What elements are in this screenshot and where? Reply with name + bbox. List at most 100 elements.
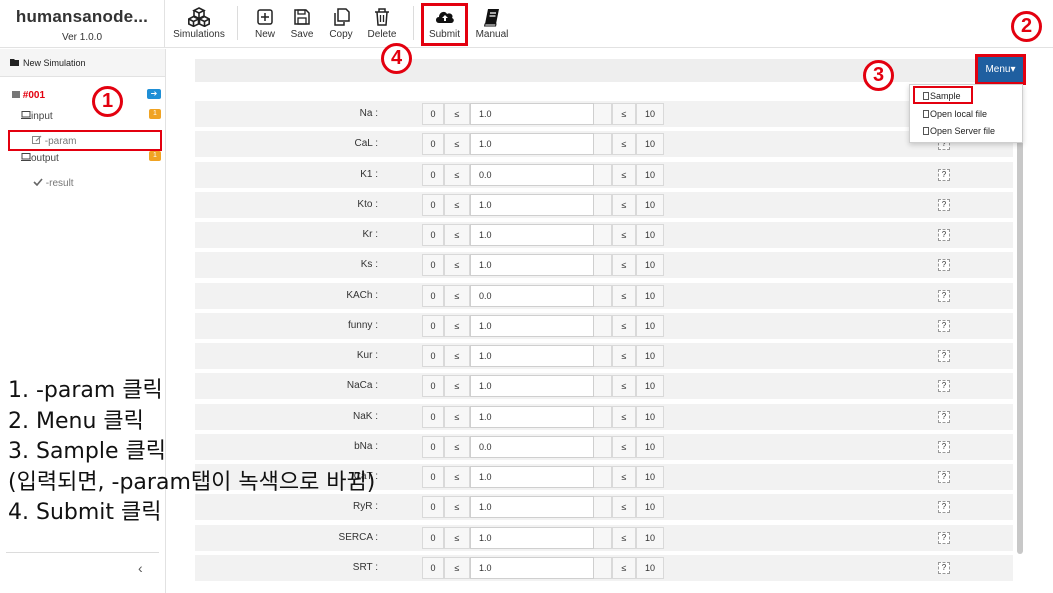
laptop-icon	[21, 153, 31, 161]
help-button[interactable]: ?	[938, 380, 950, 392]
callout-2: 2	[1011, 11, 1042, 42]
help-button[interactable]: ?	[938, 411, 950, 423]
param-value-input[interactable]: 1.0	[470, 345, 594, 367]
param-value-input[interactable]: 1.0	[470, 103, 594, 125]
param-le-sign: ≤	[612, 496, 636, 518]
scrollbar[interactable]	[1017, 98, 1023, 554]
result-label: -result	[45, 178, 74, 189]
help-button[interactable]: ?	[938, 532, 950, 544]
param-min: 0	[422, 315, 444, 337]
brand: humansanode... Ver 1.0.0	[0, 0, 165, 48]
param-le-sign: ≤	[612, 466, 636, 488]
help-button[interactable]: ?	[938, 320, 950, 332]
help-button[interactable]: ?	[938, 501, 950, 513]
param-input-gap	[594, 315, 612, 337]
param-value-input[interactable]: 1.0	[470, 527, 594, 549]
param-le-sign: ≤	[612, 164, 636, 186]
param-value-input[interactable]: 1.0	[470, 466, 594, 488]
collapse-sidebar-button[interactable]: ‹	[138, 560, 143, 576]
param-max: 10	[636, 375, 664, 397]
param-min: 0	[422, 436, 444, 458]
simulation-item-001[interactable]: #001	[12, 90, 45, 101]
param-min: 0	[422, 164, 444, 186]
param-min: 0	[422, 224, 444, 246]
param-name: CaL :	[354, 138, 378, 149]
param-value-input[interactable]: 0.0	[470, 285, 594, 307]
simulations-button[interactable]: Simulations	[173, 7, 225, 40]
menu-item-open-local-file[interactable]: Open local file	[923, 109, 987, 119]
help-button[interactable]: ?	[938, 350, 950, 362]
new-simulation-button[interactable]: New Simulation	[0, 49, 165, 77]
param-le-sign: ≤	[612, 133, 636, 155]
new-button[interactable]: New	[251, 7, 279, 40]
param-le-sign: ≤	[612, 406, 636, 428]
param-le-sign: ≤	[444, 133, 470, 155]
menu-item-open-server-file[interactable]: Open Server file	[923, 126, 995, 136]
param-name: K1 :	[360, 169, 378, 180]
param-value-input[interactable]: 1.0	[470, 406, 594, 428]
new-label: New	[254, 29, 275, 40]
help-button[interactable]: ?	[938, 471, 950, 483]
trash-icon	[375, 8, 389, 26]
param-max: 10	[636, 315, 664, 337]
output-count-badge: 1	[149, 151, 161, 161]
param-value-input[interactable]: 1.0	[470, 496, 594, 518]
param-le-sign: ≤	[444, 345, 470, 367]
param-name: Kur :	[356, 350, 378, 361]
manual-button[interactable]: Manual	[475, 7, 509, 40]
param-value-input[interactable]: 1.0	[470, 194, 594, 216]
help-button[interactable]: ?	[938, 562, 950, 574]
save-button[interactable]: Save	[288, 7, 316, 40]
toolbar-divider	[237, 6, 238, 40]
param-max: 10	[636, 557, 664, 579]
param-le-sign: ≤	[444, 285, 470, 307]
param-le-sign: ≤	[444, 194, 470, 216]
delete-button[interactable]: Delete	[366, 7, 398, 40]
input-node[interactable]: input	[21, 111, 53, 122]
help-button[interactable]: ?	[938, 199, 950, 211]
laptop-icon	[21, 111, 31, 119]
manual-label: Manual	[475, 29, 509, 40]
param-value-input[interactable]: 1.0	[470, 557, 594, 579]
param-input-gap	[594, 406, 612, 428]
param-le-sign: ≤	[612, 557, 636, 579]
param-value-input[interactable]: 1.0	[470, 133, 594, 155]
param-value-input[interactable]: 1.0	[470, 254, 594, 276]
instruction-step-4: 4. Submit 클릭	[8, 500, 162, 525]
sample-highlight-box	[913, 86, 973, 104]
param-le-sign: ≤	[612, 194, 636, 216]
output-node[interactable]: output	[21, 153, 59, 164]
param-min: 0	[422, 103, 444, 125]
param-le-sign: ≤	[612, 345, 636, 367]
param-le-sign: ≤	[444, 436, 470, 458]
list-icon	[12, 91, 20, 98]
param-value-input[interactable]: 0.0	[470, 436, 594, 458]
param-min: 0	[422, 496, 444, 518]
param-max: 10	[636, 436, 664, 458]
param-name: Kr :	[362, 229, 378, 240]
help-button[interactable]: ?	[938, 290, 950, 302]
copy-button[interactable]: Copy	[326, 7, 356, 40]
param-min: 0	[422, 557, 444, 579]
param-value-input[interactable]: 0.0	[470, 164, 594, 186]
help-button[interactable]: ?	[938, 441, 950, 453]
book-icon	[483, 9, 499, 27]
result-node[interactable]: -result	[33, 178, 74, 189]
floppy-disk-icon	[294, 9, 310, 25]
param-input-gap	[594, 496, 612, 518]
param-input-gap	[594, 194, 612, 216]
param-max: 10	[636, 194, 664, 216]
sidebar-divider	[6, 552, 159, 553]
help-button[interactable]: ?	[938, 169, 950, 181]
param-node[interactable]: -param	[32, 135, 76, 147]
menu-highlight-box	[975, 54, 1026, 85]
param-name: Na :	[359, 108, 378, 119]
param-value-input[interactable]: 1.0	[470, 375, 594, 397]
run-badge[interactable]: ➔	[147, 89, 161, 99]
param-value-input[interactable]: 1.0	[470, 315, 594, 337]
param-min: 0	[422, 194, 444, 216]
delete-label: Delete	[367, 29, 397, 40]
help-button[interactable]: ?	[938, 259, 950, 271]
param-value-input[interactable]: 1.0	[470, 224, 594, 246]
help-button[interactable]: ?	[938, 229, 950, 241]
